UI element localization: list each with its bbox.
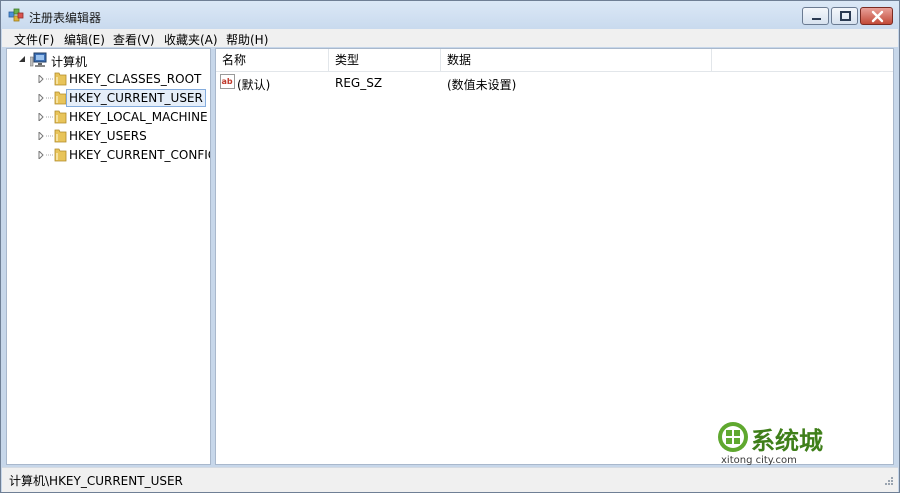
minimize-button[interactable] [802,7,829,25]
menu-edit[interactable]: 编辑(E) [64,31,105,48]
tree-root-computer[interactable]: 计算机 [7,51,207,69]
status-path: 计算机\HKEY_CURRENT_USER [9,474,183,488]
watermark-logo: 系统城 xitong city.com [701,421,866,466]
menu-favorites[interactable]: 收藏夹(A) [164,31,218,48]
title-bar[interactable]: 注册表编辑器 [1,1,899,29]
value-data: (数值未设置) [447,78,517,92]
folder-icon [54,148,67,162]
tree-item-label: HKEY_USERS [69,129,147,143]
window-title: 注册表编辑器 [29,11,102,25]
tree-item-label-selected: HKEY_CURRENT_USER [66,89,206,107]
tree-item-hkey-local-machine[interactable]: HKEY_LOCAL_MACHINE [7,108,208,126]
collapsed-arrow-icon[interactable] [38,113,44,121]
folder-icon [54,110,67,124]
collapsed-arrow-icon[interactable] [38,132,44,140]
windows-logo-icon [718,422,748,452]
menu-bar: 文件(F) 编辑(E) 查看(V) 收藏夹(A) 帮助(H) [2,29,898,47]
maximize-button[interactable] [831,7,858,25]
collapsed-arrow-icon[interactable] [38,75,44,83]
minimize-icon [812,18,821,20]
tree-item-label: HKEY_CLASSES_ROOT [69,72,202,86]
collapsed-arrow-icon[interactable] [38,151,44,159]
regedit-window: 注册表编辑器 文件(F) 编辑(E) 查看(V) 收藏夹(A) 帮助(H) 计算… [0,0,900,493]
tree-item-label: HKEY_CURRENT_CONFIG [69,148,211,162]
menu-view[interactable]: 查看(V) [113,31,155,48]
svg-text:ab: ab [222,77,233,86]
table-row[interactable]: ab (默认) REG_SZ (数值未设置) [216,49,893,92]
folder-icon [54,91,67,105]
menu-help[interactable]: 帮助(H) [226,31,268,48]
watermark-text: 系统城 [751,427,823,455]
status-bar: 计算机\HKEY_CURRENT_USER [2,467,898,492]
resize-grip-icon[interactable] [882,476,894,488]
close-button[interactable] [860,7,893,25]
tree-root-label: 计算机 [51,55,88,69]
tree-item-hkey-users[interactable]: HKEY_USERS [7,127,207,145]
folder-icon [54,129,67,143]
tree-item-hkey-current-user[interactable]: HKEY_CURRENT_USER [7,89,207,107]
close-icon [871,10,884,23]
watermark-url: xitong city.com [721,455,797,466]
tree-item-label: HKEY_LOCAL_MACHINE [69,110,208,124]
folder-icon [54,72,67,86]
key-tree-pane[interactable]: 计算机 HKEY_CLASSES_ROOT HKEY_CURRENT_USER [6,48,211,465]
expanded-arrow-icon[interactable] [18,55,26,63]
collapsed-arrow-icon[interactable] [38,94,44,102]
tree-item-hkey-classes-root[interactable]: HKEY_CLASSES_ROOT [7,70,207,88]
regedit-icon [8,8,24,24]
value-list-pane[interactable]: 名称 类型 数据 ab (默认) REG_SZ (数值未设置) [215,48,894,465]
value-name: (默认) [237,78,271,92]
value-type: REG_SZ [335,76,383,90]
string-value-icon: ab [220,74,235,89]
tree-item-hkey-current-config[interactable]: HKEY_CURRENT_CONFIG [7,146,210,164]
computer-icon [30,52,47,67]
maximize-icon [840,11,851,21]
menu-file[interactable]: 文件(F) [14,31,54,48]
